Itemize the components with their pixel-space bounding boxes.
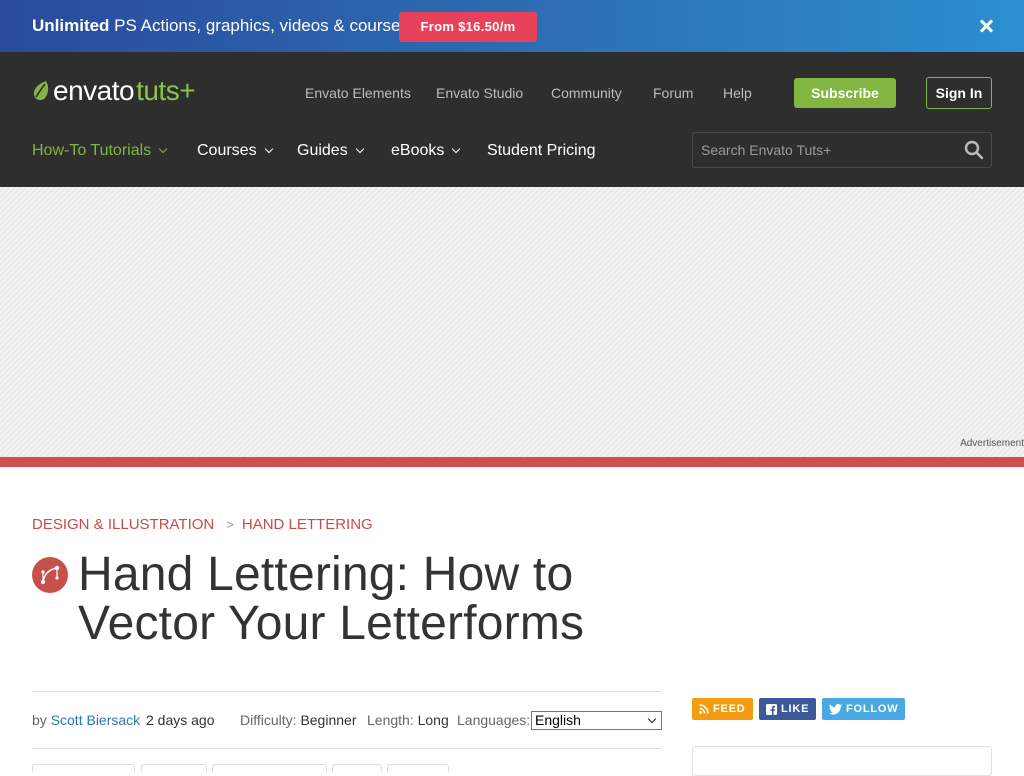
promo-price-button[interactable]: From $16.50/m xyxy=(399,12,537,42)
length-value: Long xyxy=(417,712,449,728)
meta-difficulty: Difficulty: Beginner xyxy=(240,712,356,728)
language-selected: English xyxy=(535,712,581,728)
chevron-down-icon xyxy=(452,144,461,154)
facebook-icon xyxy=(766,703,777,715)
logo-tuts-text: tuts+ xyxy=(136,75,196,106)
site-header: envato tuts+ Envato Elements Envato Stud… xyxy=(0,52,1024,187)
rss-icon xyxy=(699,704,709,714)
close-icon[interactable] xyxy=(977,17,995,35)
chevron-down-icon xyxy=(355,144,364,154)
subscribe-button[interactable]: Subscribe xyxy=(794,78,896,108)
nav-label: eBooks xyxy=(391,142,445,159)
tag-chip[interactable] xyxy=(332,764,382,772)
meta-length: Length: Long xyxy=(367,712,449,728)
envato-tuts-logo[interactable]: envato tuts+ xyxy=(32,74,196,108)
bezier-icon xyxy=(40,565,60,585)
chevron-down-icon xyxy=(264,144,273,154)
nav-label: Student Pricing xyxy=(487,142,596,159)
languages-label: Languages: xyxy=(457,712,531,728)
promo-bold: Unlimited xyxy=(32,16,110,35)
search-box xyxy=(692,132,992,168)
tag-chip[interactable] xyxy=(32,764,135,772)
breadcrumb-category[interactable]: DESIGN & ILLUSTRATION xyxy=(32,516,214,534)
follow-label: FOLLOW xyxy=(846,703,899,715)
nav-how-to-tutorials[interactable]: How-To Tutorials xyxy=(32,142,168,160)
topnav-forum[interactable]: Forum xyxy=(653,85,693,101)
divider xyxy=(32,691,662,692)
leaf-icon xyxy=(33,81,49,101)
advertisement-label: Advertisement xyxy=(960,438,1024,449)
length-label: Length: xyxy=(367,712,414,728)
breadcrumb: DESIGN & ILLUSTRATION > HAND LETTERING xyxy=(32,516,373,534)
divider xyxy=(32,748,662,749)
tag-chip[interactable] xyxy=(212,764,327,772)
language-select[interactable]: English xyxy=(531,711,662,730)
difficulty-label: Difficulty: xyxy=(240,712,297,728)
topnav-help[interactable]: Help xyxy=(723,85,752,101)
nav-courses[interactable]: Courses xyxy=(197,142,273,160)
topnav-community[interactable]: Community xyxy=(551,85,622,101)
pen-tool-icon[interactable] xyxy=(32,557,68,593)
chevron-down-icon xyxy=(158,144,168,154)
category-color-bar xyxy=(0,457,1024,467)
sign-in-button[interactable]: Sign In xyxy=(926,77,992,109)
breadcrumb-subcategory[interactable]: HAND LETTERING xyxy=(242,516,373,534)
publish-date: 2 days ago xyxy=(146,712,215,728)
search-input[interactable] xyxy=(701,142,951,158)
promo-message: PS Actions, graphics, videos & courses! xyxy=(109,16,414,35)
logo-envato-text: envato xyxy=(53,75,135,106)
nav-ebooks[interactable]: eBooks xyxy=(391,142,461,160)
sidebar-box xyxy=(692,746,992,776)
meta-date: 2 days ago xyxy=(146,712,215,728)
difficulty-value: Beginner xyxy=(300,712,357,728)
nav-label: Guides xyxy=(297,142,348,159)
tag-chip[interactable] xyxy=(141,764,207,772)
feed-button[interactable]: FEED xyxy=(692,698,753,720)
advertisement-area[interactable]: Advertisement xyxy=(0,187,1024,457)
breadcrumb-separator: > xyxy=(226,517,234,532)
meta-by-label: by xyxy=(32,712,47,728)
chevron-down-icon xyxy=(647,714,657,724)
promo-text: Unlimited PS Actions, graphics, videos &… xyxy=(32,16,414,36)
article-title: Hand Lettering: How to Vector Your Lette… xyxy=(78,548,585,650)
like-label: LIKE xyxy=(781,703,810,715)
nav-label: Courses xyxy=(197,142,257,159)
meta-languages: Languages: xyxy=(457,712,530,728)
search-icon[interactable] xyxy=(964,140,984,160)
promo-banner: Unlimited PS Actions, graphics, videos &… xyxy=(0,0,1024,52)
topnav-envato-elements[interactable]: Envato Elements xyxy=(305,85,411,101)
feed-label: FEED xyxy=(713,703,746,715)
facebook-like-button[interactable]: LIKE xyxy=(759,698,816,720)
topnav-envato-studio[interactable]: Envato Studio xyxy=(436,85,523,101)
tag-chip[interactable] xyxy=(387,764,449,772)
twitter-follow-button[interactable]: FOLLOW xyxy=(822,698,905,720)
nav-label: How-To Tutorials xyxy=(32,142,152,159)
nav-guides[interactable]: Guides xyxy=(297,142,364,160)
author-link[interactable]: Scott Biersack xyxy=(51,712,140,728)
twitter-icon xyxy=(829,703,842,715)
nav-student-pricing[interactable]: Student Pricing xyxy=(487,142,596,160)
meta-author: by Scott Biersack xyxy=(32,712,140,728)
